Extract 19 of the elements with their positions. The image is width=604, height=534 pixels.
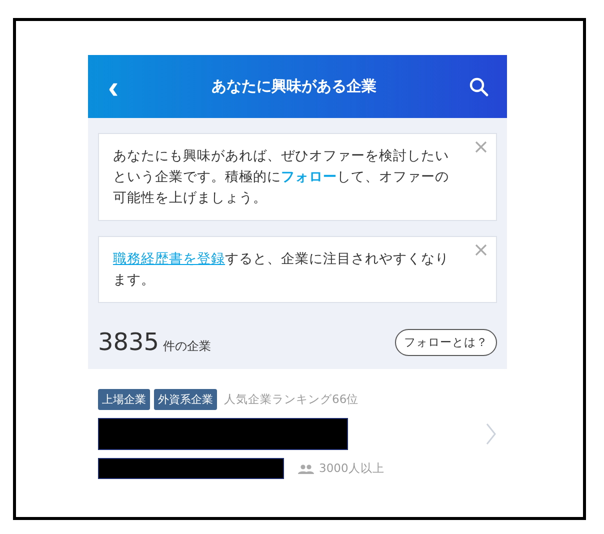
- notice-link[interactable]: フォロー: [281, 169, 337, 185]
- count-unit: 件の企業: [163, 338, 212, 355]
- company-tag: 外資系企業: [154, 389, 217, 410]
- back-button[interactable]: ‹: [108, 70, 119, 102]
- notice-text: 職務経歴書を登録すると、企業に注目されやすくなります。: [113, 250, 450, 290]
- close-button[interactable]: [474, 140, 488, 154]
- follow-help-button[interactable]: フォローとは？: [395, 328, 497, 356]
- company-item[interactable]: 上場企業 外資系企業 人気企業ランキング66位 3000人以上: [88, 369, 507, 505]
- chevron-right-icon: [485, 422, 497, 446]
- search-button[interactable]: [469, 76, 489, 96]
- ranking-text: 人気企業ランキング66位: [224, 392, 359, 407]
- result-count: 3835: [98, 328, 160, 356]
- employee-count: 3000人以上: [319, 461, 384, 476]
- people-icon: [298, 464, 314, 474]
- notice-text: あなたにも興味があれば、ぜひオファーを検討したいという企業です。積極的にフォロー して、オファーの可能性を上げましょう。: [113, 147, 450, 208]
- notice-link[interactable]: 職務経歴書を登録: [113, 251, 225, 267]
- page-title: あなたに興味がある企業: [211, 77, 376, 96]
- company-tag: 上場企業: [98, 389, 150, 410]
- close-button[interactable]: [474, 243, 488, 257]
